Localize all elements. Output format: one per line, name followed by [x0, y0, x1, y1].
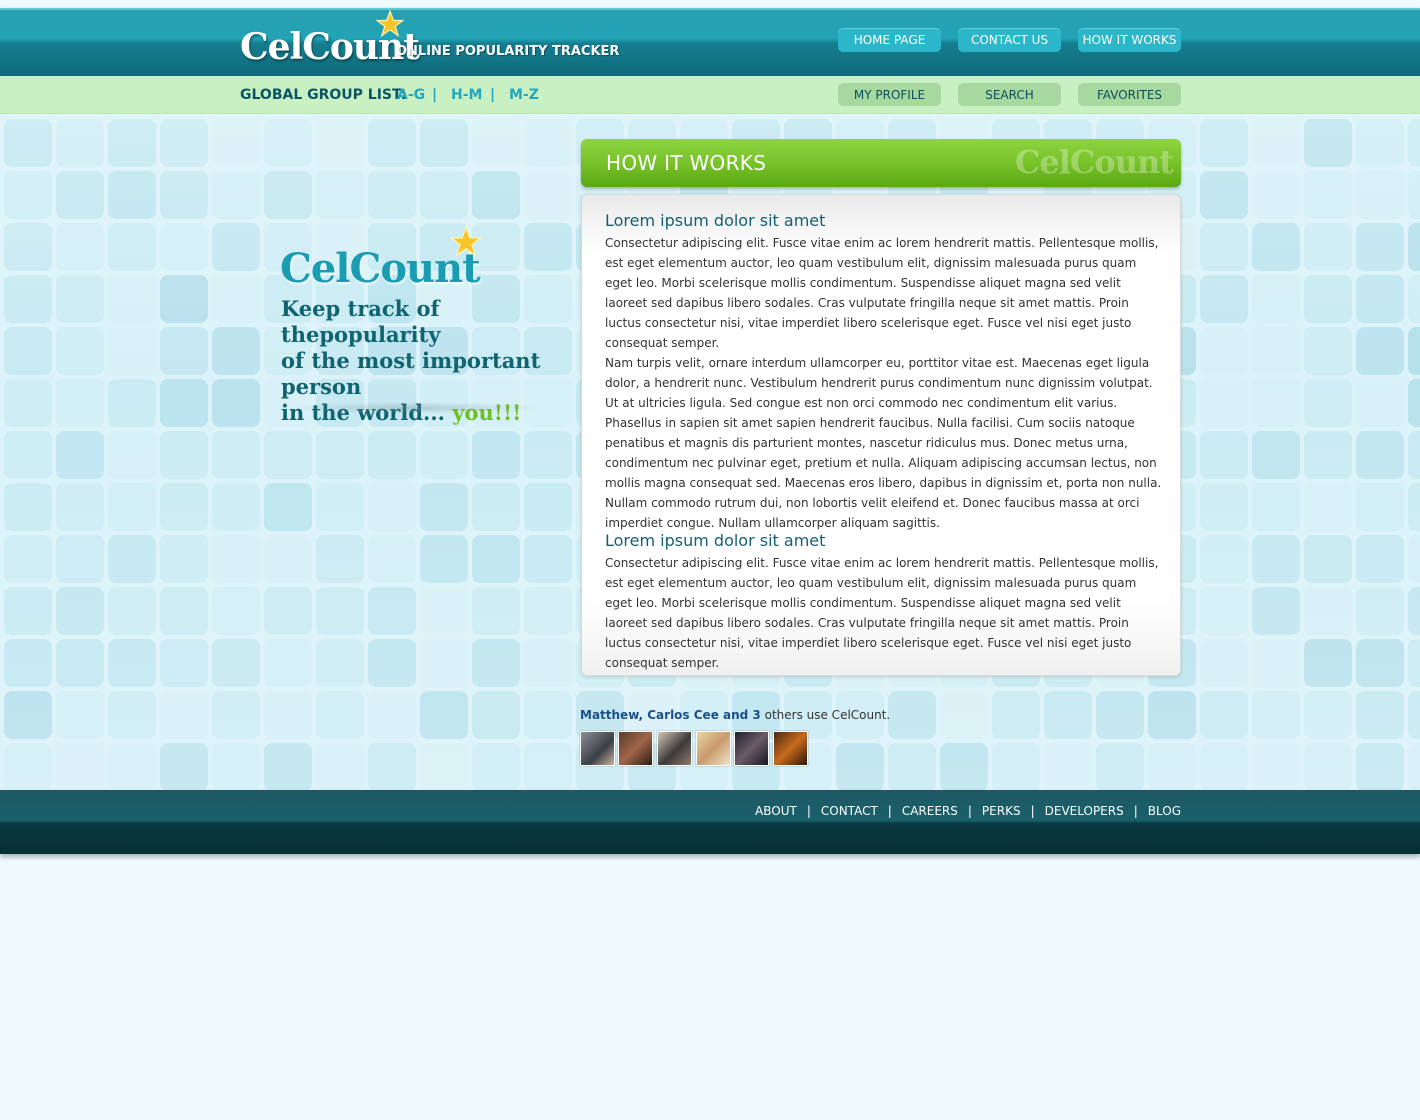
footer-separator: |	[967, 804, 972, 818]
footer-link-contact[interactable]: CONTACT	[821, 804, 878, 818]
star-icon	[376, 10, 404, 38]
footer-separator: |	[806, 804, 811, 818]
avatar[interactable]	[618, 731, 653, 766]
search-button[interactable]: SEARCH	[958, 83, 1061, 106]
users-suffix: others use CelCount.	[760, 708, 891, 722]
footer-link-about[interactable]: ABOUT	[755, 804, 797, 818]
header-highlight	[0, 8, 1420, 10]
users-summary: Matthew, Carlos Cee and 3 others use Cel…	[580, 708, 890, 722]
favorites-button[interactable]: FAVORITES	[1078, 83, 1181, 106]
hero-line-2: of the most important person	[281, 348, 541, 399]
footer-separator: |	[1133, 804, 1138, 818]
content-paragraph-1: Consectetur adipiscing elit. Fusce vitae…	[605, 236, 1159, 350]
hero-line-1: Keep track of thepopularity	[281, 296, 441, 347]
group-separator: |	[490, 87, 496, 103]
group-list-bar: GLOBAL GROUP LIST: A-G | H-M | M-Z MY PR…	[0, 76, 1420, 114]
nav-contact-us-button[interactable]: CONTACT US	[958, 28, 1061, 52]
content-heading-2: Lorem ipsum dolor sit amet	[605, 531, 826, 550]
users-names-link[interactable]: Matthew, Carlos Cee and 3	[580, 708, 761, 722]
group-list-label: GLOBAL GROUP LIST:	[240, 87, 407, 103]
hero-shadow	[285, 402, 545, 414]
star-icon	[450, 226, 482, 258]
footer-link-blog[interactable]: BLOG	[1148, 804, 1181, 818]
section-header: HOW IT WORKS CelCount	[581, 139, 1181, 187]
avatar[interactable]	[580, 731, 615, 766]
footer-link-perks[interactable]: PERKS	[982, 804, 1021, 818]
group-link-h-m[interactable]: H-M	[451, 87, 482, 103]
header-tagline: ONLINE POPULARITY TRACKER	[396, 44, 620, 59]
page: CelCount ONLINE POPULARITY TRACKER HOME …	[0, 0, 1420, 1120]
group-link-m-z[interactable]: M-Z	[509, 87, 539, 103]
content-heading-1: Lorem ipsum dolor sit amet	[605, 211, 826, 230]
my-profile-button[interactable]: MY PROFILE	[838, 83, 941, 106]
nav-how-it-works-button[interactable]: HOW IT WORKS	[1078, 28, 1181, 52]
header-bar: CelCount ONLINE POPULARITY TRACKER HOME …	[0, 8, 1420, 76]
footer-links: ABOUT | CONTACT | CAREERS | PERKS | DEVELOPERS | B…	[755, 804, 1181, 818]
avatar[interactable]	[696, 731, 731, 766]
section-watermark-logo: CelCount	[1014, 143, 1174, 181]
footer-link-developers[interactable]: DEVELOPERS	[1045, 804, 1124, 818]
footer-link-careers[interactable]: CAREERS	[902, 804, 958, 818]
group-link-a-g[interactable]: A-G	[397, 87, 425, 103]
avatar[interactable]	[773, 731, 808, 766]
footer-separator: |	[887, 804, 892, 818]
group-separator: |	[432, 87, 438, 103]
nav-home-page-button[interactable]: HOME PAGE	[838, 28, 941, 52]
footer-separator: |	[1030, 804, 1035, 818]
content-paragraph-3: Consectetur adipiscing elit. Fusce vitae…	[605, 556, 1159, 670]
section-title: HOW IT WORKS	[606, 151, 767, 175]
avatar[interactable]	[734, 731, 769, 766]
content-paragraph-2: Nam turpis velit, ornare interdum ullamc…	[605, 356, 1162, 530]
content-panel: Lorem ipsum dolor sit amet Consectetur a…	[581, 194, 1181, 676]
avatar[interactable]	[657, 731, 692, 766]
footer-bar: ABOUT | CONTACT | CAREERS | PERKS | DEVELOPERS | B…	[0, 790, 1420, 854]
